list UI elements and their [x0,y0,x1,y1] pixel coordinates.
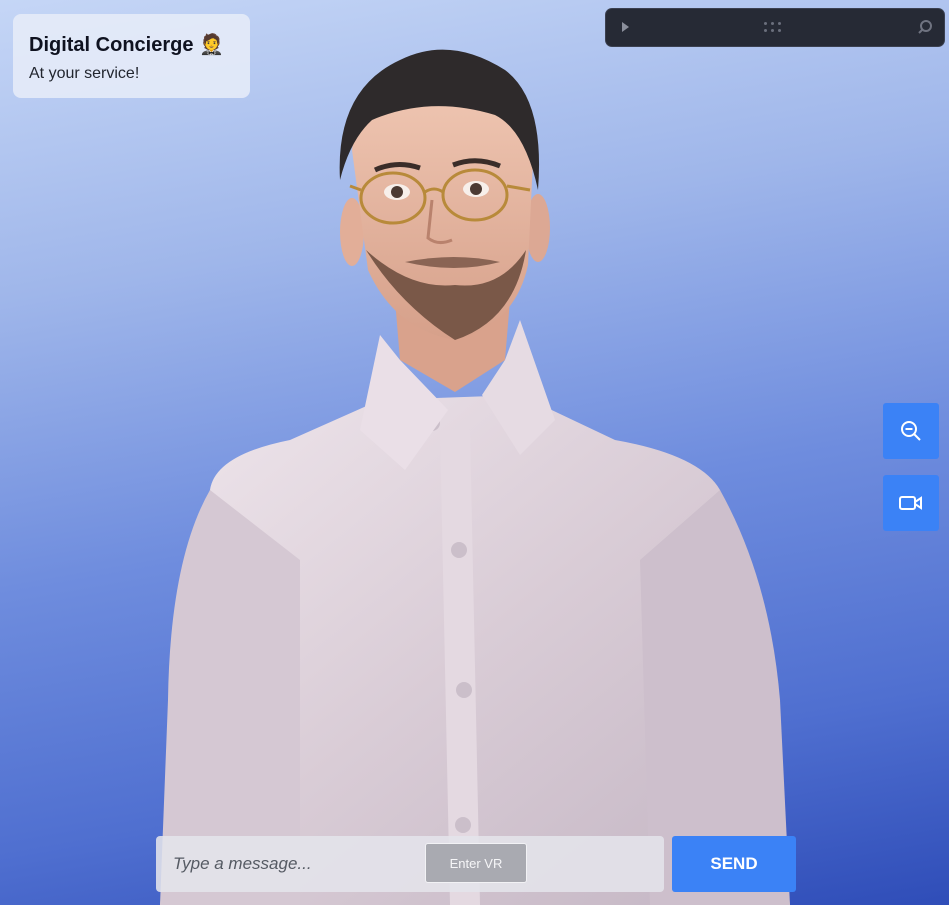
viewer-stage[interactable]: Digital Concierge 🤵 At your service! Ent… [0,0,949,905]
inspect-icon[interactable] [918,20,932,34]
grip-icon[interactable] [764,22,781,32]
debug-toolbar[interactable] [605,8,945,47]
zoom-out-button[interactable] [883,403,939,459]
app-title: Digital Concierge 🤵 [29,32,234,57]
app-subtitle: At your service! [29,65,140,82]
concierge-emoji-icon: 🤵 [199,34,224,56]
app-title-text: Digital Concierge [29,34,194,56]
camera-button[interactable] [883,475,939,531]
play-icon[interactable] [622,22,629,32]
enter-vr-button[interactable]: Enter VR [425,843,527,883]
chat-bar: Enter VR [156,836,664,892]
video-camera-icon [899,496,922,510]
send-button[interactable]: SEND [672,836,796,892]
title-card: Digital Concierge 🤵 At your service! [13,14,250,98]
message-input[interactable] [156,836,416,892]
zoom-out-icon [901,421,921,441]
avatar-3d[interactable] [0,0,949,905]
